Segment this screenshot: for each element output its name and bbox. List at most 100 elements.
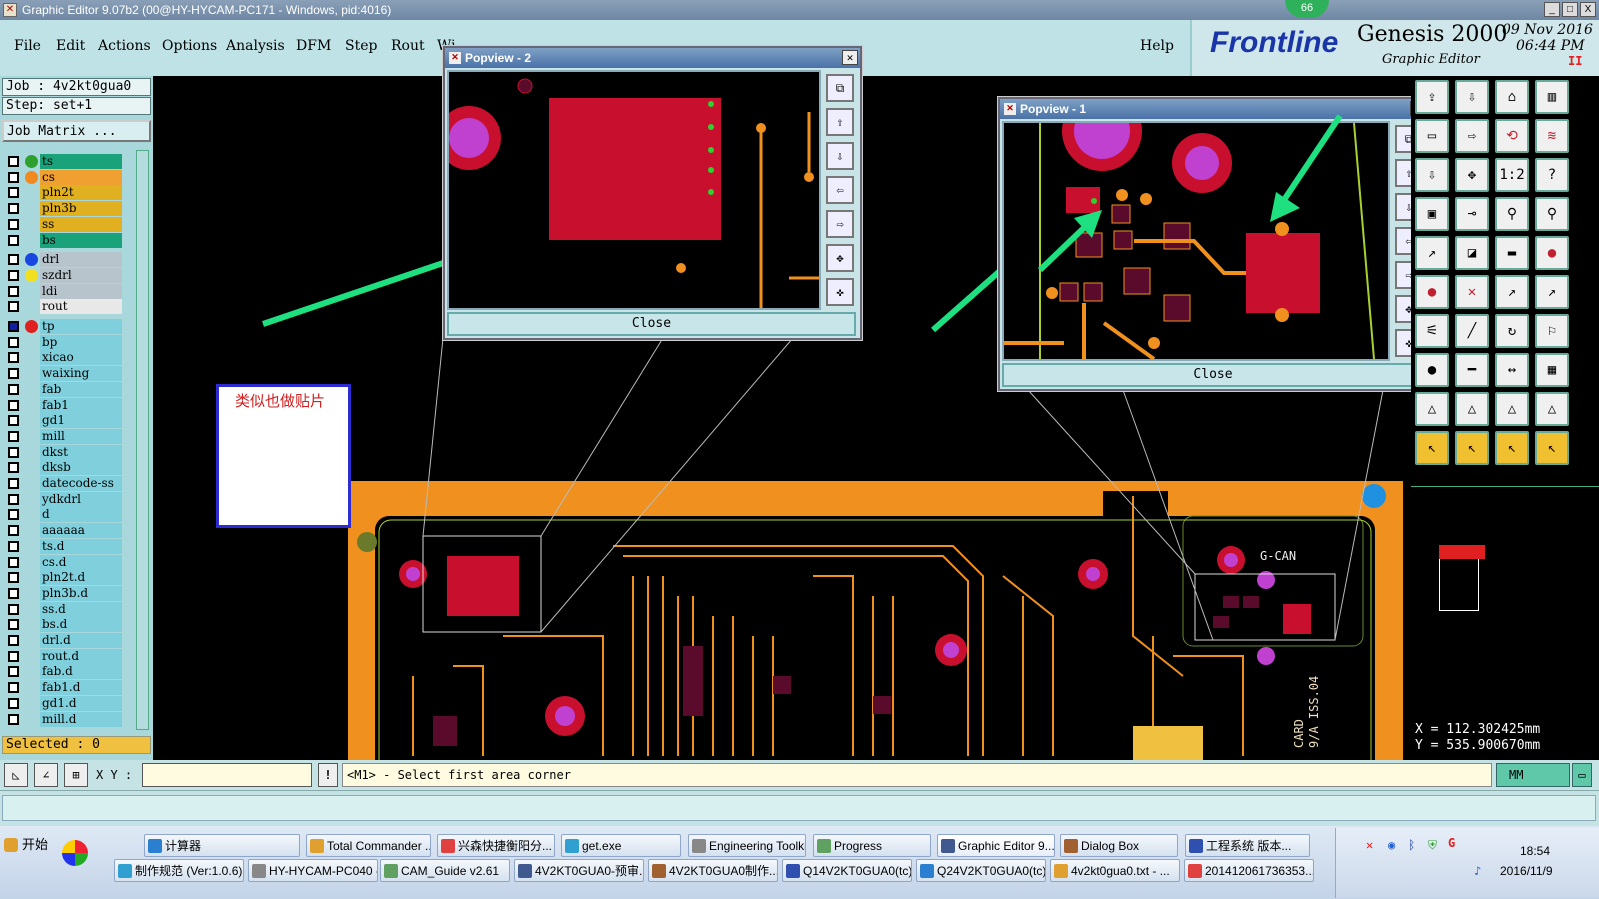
layer-checkbox[interactable] bbox=[8, 525, 19, 537]
layer-name[interactable]: fab.d bbox=[40, 664, 122, 680]
menu-analysis[interactable]: Analysis bbox=[226, 38, 285, 54]
layer-row-pln3b[interactable]: pln3b bbox=[6, 201, 122, 217]
layer-name[interactable]: rout.d bbox=[40, 648, 122, 664]
quicklaunch-icon[interactable] bbox=[62, 840, 88, 866]
layer-row-dksb[interactable]: dksb bbox=[6, 460, 122, 476]
layer-row-aaaaaa[interactable]: aaaaaa bbox=[6, 523, 122, 539]
taskbar-button[interactable]: Progress bbox=[813, 834, 931, 857]
layer-row-mill[interactable]: mill bbox=[6, 428, 122, 444]
layer-name[interactable]: aaaaaa bbox=[40, 523, 122, 539]
layer-name[interactable]: fab1 bbox=[40, 397, 122, 413]
measure-icon[interactable]: ∠ bbox=[34, 763, 58, 787]
layer-checkbox[interactable] bbox=[8, 509, 19, 521]
layer-checkbox[interactable] bbox=[8, 187, 19, 199]
layer-row-pln2t[interactable]: pln2t bbox=[6, 185, 122, 201]
layer-checkbox[interactable] bbox=[8, 336, 19, 348]
layer-checkbox[interactable] bbox=[8, 587, 19, 599]
bar-icon[interactable]: ━ bbox=[1455, 353, 1489, 387]
popview-2-close-button[interactable]: Close bbox=[447, 312, 856, 336]
layer-checkbox[interactable] bbox=[8, 603, 19, 615]
layer-row-datecode-ss[interactable]: datecode-ss bbox=[6, 476, 122, 491]
notification-badge[interactable]: 66 bbox=[1285, 0, 1329, 18]
taskbar-button[interactable]: Q14V2KT0GUA0(tc)... bbox=[782, 859, 912, 882]
pointer3-icon[interactable]: ↖ bbox=[1495, 431, 1529, 465]
layer-checkbox[interactable] bbox=[8, 285, 19, 297]
layer-checkbox[interactable] bbox=[8, 493, 19, 505]
popview-2-close-icon[interactable]: ✕ bbox=[842, 50, 858, 65]
pan-down-icon[interactable]: ⇩ bbox=[826, 142, 854, 170]
layer-name[interactable]: szdrl bbox=[40, 267, 122, 283]
layer-row-cs[interactable]: cs bbox=[6, 169, 122, 185]
net-icon[interactable]: ⚲ bbox=[1495, 197, 1529, 231]
layer-row-xicao[interactable]: xicao bbox=[6, 350, 122, 366]
grid-icon[interactable]: ▣ bbox=[1415, 197, 1449, 231]
job-matrix-button[interactable]: Job Matrix ... bbox=[2, 120, 151, 142]
layer-row-d[interactable]: d bbox=[6, 507, 122, 523]
pointer4-icon[interactable]: ↖ bbox=[1535, 431, 1569, 465]
layer-row-fab1.d[interactable]: fab1.d bbox=[6, 680, 122, 696]
tray-network-icon[interactable]: ◉ bbox=[1388, 838, 1395, 852]
layer-name[interactable]: dkst bbox=[40, 444, 122, 460]
circle-icon[interactable]: ● bbox=[1415, 353, 1449, 387]
layer-checkbox[interactable] bbox=[8, 269, 19, 281]
zoom-out-icon[interactable]: ✜ bbox=[826, 278, 854, 306]
layer-checkbox[interactable] bbox=[8, 697, 19, 709]
pan-left-icon[interactable]: ⇦ bbox=[826, 176, 854, 204]
layer-name[interactable]: bs.d bbox=[40, 617, 122, 633]
layer-name[interactable]: cs bbox=[40, 169, 122, 185]
layer-checkbox[interactable] bbox=[8, 218, 19, 230]
layer-name[interactable]: xicao bbox=[40, 350, 122, 366]
tray-g-icon[interactable]: G bbox=[1448, 836, 1455, 850]
pan-up-icon[interactable]: ⇧ bbox=[826, 108, 854, 136]
taskbar-button[interactable]: Engineering Toolki... bbox=[688, 834, 806, 857]
layer-checkbox[interactable] bbox=[8, 540, 19, 552]
minimize-button[interactable]: _ bbox=[1544, 2, 1560, 17]
triangle-icon[interactable]: △ bbox=[1415, 392, 1449, 426]
net2-icon[interactable]: ⚲ bbox=[1535, 197, 1569, 231]
layer-checkbox[interactable] bbox=[8, 415, 19, 427]
taskbar-button[interactable]: CAM_Guide v2.61 bbox=[380, 859, 510, 882]
pointer-icon[interactable]: ↖ bbox=[1415, 431, 1449, 465]
home-icon[interactable]: ⌂ bbox=[1495, 80, 1529, 114]
triangle4-icon[interactable]: △ bbox=[1535, 392, 1569, 426]
layer-row-drl[interactable]: drl bbox=[6, 252, 122, 268]
layer-checkbox[interactable] bbox=[8, 171, 19, 183]
layer-row-fab[interactable]: fab bbox=[6, 381, 122, 397]
flag-icon[interactable]: ⚐ bbox=[1535, 314, 1569, 348]
layer-name[interactable]: waixing bbox=[40, 366, 122, 382]
fill-icon[interactable]: ◪ bbox=[1455, 236, 1489, 270]
popview-1-close-button[interactable]: Close bbox=[1002, 363, 1424, 387]
unit-selector[interactable]: MM bbox=[1496, 763, 1570, 787]
menu-step[interactable]: Step bbox=[345, 38, 377, 54]
layer-row-gd1[interactable]: gd1 bbox=[6, 413, 122, 429]
layer-name[interactable]: bp bbox=[40, 334, 122, 350]
layer-checkbox[interactable] bbox=[8, 156, 19, 167]
matrix-icon[interactable]: ▦ bbox=[1535, 353, 1569, 387]
taskbar-button[interactable]: 201412061736353... bbox=[1184, 859, 1314, 882]
stretch-icon[interactable]: ↔ bbox=[1495, 353, 1529, 387]
layer-row-ydkdrl[interactable]: ydkdrl bbox=[6, 491, 122, 507]
layer-row-mill.d[interactable]: mill.d bbox=[6, 711, 122, 727]
maximize-button[interactable]: □ bbox=[1562, 2, 1578, 17]
save-icon[interactable]: ⇩ bbox=[1455, 80, 1489, 114]
layer-name[interactable]: rout bbox=[40, 299, 122, 315]
layer-name[interactable]: ss.d bbox=[40, 601, 122, 617]
layer-checkbox[interactable] bbox=[8, 430, 19, 442]
layer-checkbox[interactable] bbox=[8, 556, 19, 568]
layer-name[interactable]: ts.d bbox=[40, 538, 122, 554]
layer-name[interactable]: mill bbox=[40, 428, 122, 444]
connect2-icon[interactable]: ↗ bbox=[1535, 275, 1569, 309]
layer-checkbox[interactable] bbox=[8, 321, 19, 332]
layer-row-ts.d[interactable]: ts.d bbox=[6, 538, 122, 554]
layer-checkbox[interactable] bbox=[8, 635, 19, 646]
layer-row-tp[interactable]: tp bbox=[6, 319, 122, 334]
layer-row-fab1[interactable]: fab1 bbox=[6, 397, 122, 413]
layer-checkbox[interactable] bbox=[8, 713, 19, 725]
taskbar-button[interactable]: Dialog Box bbox=[1060, 834, 1178, 857]
menu-rout[interactable]: Rout bbox=[391, 38, 425, 54]
pad-icon[interactable]: ● bbox=[1535, 236, 1569, 270]
layer-name[interactable]: fab1.d bbox=[40, 680, 122, 696]
wave-icon[interactable]: ≋ bbox=[1535, 119, 1569, 153]
dot-icon[interactable]: ● bbox=[1415, 275, 1449, 309]
menu-options[interactable]: Options bbox=[162, 38, 217, 54]
